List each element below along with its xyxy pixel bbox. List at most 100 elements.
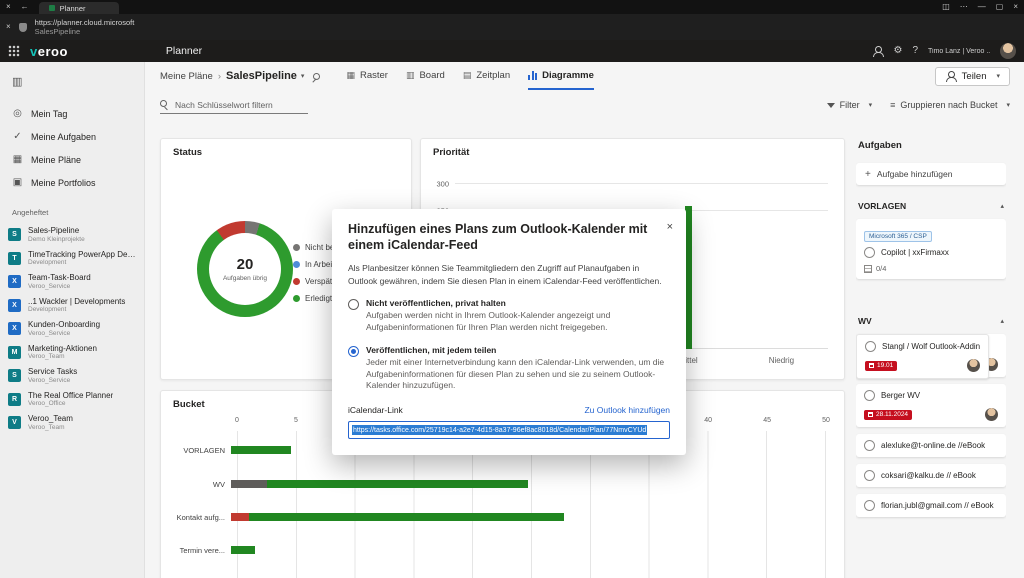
pinned-plan-label: TimeTracking PowerApp Dev...: [28, 249, 136, 259]
assignee-avatar[interactable]: [985, 408, 998, 421]
help-icon[interactable]: ?: [912, 46, 918, 56]
bucket-row: Termin vere...: [173, 543, 826, 557]
pinned-plan-item[interactable]: T TimeTracking PowerApp Dev... Developmen…: [0, 247, 144, 271]
pinned-plan-label: The Real Office Planner: [28, 390, 114, 400]
bucket-row: Kontakt aufg...: [173, 510, 826, 524]
pinned-plan-label: Service Tasks: [28, 367, 78, 377]
tab-diagramme[interactable]: Diagramme: [528, 62, 594, 90]
chevron-down-icon: ▾: [868, 102, 873, 109]
pinned-plan-item[interactable]: S Service Tasks Veroo_Service: [0, 364, 144, 388]
option-publish[interactable]: Veröffentlichen, mit jedem teilen Jeder …: [348, 345, 670, 393]
task-complete-checkbox[interactable]: [864, 470, 875, 481]
close-icon[interactable]: ×: [6, 23, 11, 31]
portfolio-icon: ▣: [12, 177, 23, 188]
task-card[interactable]: coksari@kalku.de // eBook: [856, 464, 1006, 487]
sidebar-item-meine-plaene[interactable]: ▦ Meine Pläne: [0, 148, 144, 171]
task-complete-checkbox[interactable]: [864, 500, 875, 511]
option-private[interactable]: Nicht veröffentlichen, privat halten Auf…: [348, 298, 670, 334]
tab-zeitplan[interactable]: ▤ Zeitplan: [463, 62, 510, 90]
page-url[interactable]: https://planner.cloud.microsoft: [35, 18, 135, 27]
pinned-plan-icon: R: [8, 392, 21, 406]
task-card[interactable]: Berger WV 28.11.2024: [856, 384, 1006, 427]
maximize-icon[interactable]: ▢: [996, 3, 1004, 11]
user-label[interactable]: Timo Lanz | Veroo ...: [928, 48, 990, 55]
radio-publish[interactable]: [348, 345, 359, 357]
task-card[interactable]: florian.jubl@gmail.com // eBook: [856, 494, 1006, 517]
filter-label: Filter: [839, 100, 860, 110]
chevron-down-icon: ▾: [1006, 102, 1010, 109]
pinned-plan-item[interactable]: X Team-Task-Board Veroo_Service: [0, 270, 144, 294]
bucket-section-wv[interactable]: WV ▴: [858, 316, 1004, 326]
bucket-bar-segment: [266, 480, 529, 488]
task-title: florian.jubl@gmail.com // eBook: [881, 501, 994, 510]
icalendar-url-selected-text: https://tasks.office.com/25719c14-a2e7-4…: [352, 425, 648, 436]
collapse-icon[interactable]: ▴: [1000, 317, 1004, 325]
share-person-icon[interactable]: [872, 45, 885, 57]
icalendar-link-label: iCalendar-Link: [348, 405, 403, 416]
search-input[interactable]: [175, 99, 308, 110]
close-window-icon[interactable]: ×: [1013, 3, 1018, 11]
task-complete-checkbox[interactable]: [864, 440, 875, 451]
task-title: Berger WV: [881, 391, 921, 400]
close-icon[interactable]: ×: [6, 3, 11, 11]
pinned-plan-label: Marketing-Aktionen: [28, 343, 97, 353]
pinned-plan-item[interactable]: V Veroo_Team Veroo_Team: [0, 411, 144, 435]
pinned-plan-sub: Veroo_Team: [28, 423, 65, 431]
app-header: veroo Planner ⚙ ? Timo Lanz | Veroo ...: [0, 40, 1024, 62]
status-legend-dot: [293, 278, 300, 285]
breadcrumb[interactable]: Meine Pläne: [160, 71, 213, 82]
back-icon[interactable]: ←: [21, 3, 29, 11]
minimize-icon[interactable]: —: [978, 3, 986, 11]
pinned-plan-item[interactable]: R The Real Office Planner Veroo_Office: [0, 388, 144, 412]
due-date-badge: 19.01: [865, 360, 898, 371]
task-complete-checkbox[interactable]: [864, 247, 875, 258]
option-description: Jeder mit einer Internetverbindung kann …: [366, 356, 665, 391]
waffle-icon[interactable]: [8, 45, 20, 57]
collapse-icon[interactable]: ▴: [1000, 202, 1004, 210]
pin-icon[interactable]: [311, 72, 321, 81]
tab-label: Raster: [359, 69, 388, 81]
status-legend-dot: [293, 295, 300, 302]
settings-gear-icon[interactable]: ⚙: [893, 46, 902, 56]
icalendar-link-input[interactable]: https://tasks.office.com/25719c14-a2e7-4…: [348, 421, 670, 440]
share-button[interactable]: Teilen ▾: [934, 66, 1010, 86]
more-icon[interactable]: ⋯: [960, 3, 968, 11]
bucket-bar-segment: [248, 513, 565, 521]
pinned-plan-icon: V: [8, 416, 21, 430]
chevron-down-icon[interactable]: ▾: [301, 72, 305, 80]
filter-bar: Filter ▾ ≡ Gruppieren nach Bucket ▾: [145, 90, 1024, 120]
sidebar-item-meine-aufgaben[interactable]: ✓ Meine Aufgaben: [0, 125, 144, 148]
task-complete-checkbox[interactable]: [864, 390, 875, 401]
section-name: VORLAGEN: [858, 201, 907, 211]
pinned-plan-label: Sales-Pipeline: [28, 226, 80, 236]
pinned-plan-item[interactable]: X ..1 Wackler | Developments Development: [0, 294, 144, 318]
task-card[interactable]: alexluke@t-online.de //eBook: [856, 434, 1006, 457]
add-task-button[interactable]: + Aufgabe hinzufügen: [856, 163, 1006, 185]
group-by-dropdown[interactable]: ≡ Gruppieren nach Bucket ▾: [890, 100, 1010, 110]
task-title: coksari@kalku.de // eBook: [881, 471, 976, 480]
pinned-plan-item[interactable]: M Marketing-Aktionen Veroo_Team: [0, 341, 144, 365]
keyword-filter-search[interactable]: [160, 97, 308, 114]
due-date-badge: 28.11.2024: [864, 409, 913, 420]
pinned-plan-item[interactable]: X Kunden-Onboarding Veroo_Service: [0, 317, 144, 341]
bucket-bar-segment: [231, 546, 255, 554]
radio-private[interactable]: [348, 298, 359, 310]
sidebar-item-meine-portfolios[interactable]: ▣ Meine Portfolios: [0, 171, 144, 194]
tab-board[interactable]: ▥ Board: [406, 62, 445, 90]
panels-icon[interactable]: ◫: [942, 3, 950, 11]
task-card[interactable]: Stangl / Wolf Outlook-Addin 19.01: [856, 334, 990, 379]
sidebar-item-mein-tag[interactable]: ◎ Mein Tag: [0, 102, 144, 125]
add-to-outlook-link[interactable]: Zu Outlook hinzufügen: [584, 405, 670, 415]
task-complete-checkbox[interactable]: [865, 341, 876, 352]
close-icon[interactable]: ×: [667, 221, 673, 233]
task-card[interactable]: Microsoft 365 / CSP Copilot | xxFirmaxx …: [856, 219, 1006, 279]
user-avatar[interactable]: [1000, 43, 1016, 59]
due-date: 28.11.2024: [876, 411, 909, 418]
sidebar-toggle-icon[interactable]: ▥: [12, 75, 22, 88]
bucket-section-vorlagen[interactable]: VORLAGEN ▴: [858, 201, 1004, 211]
filter-dropdown[interactable]: Filter ▾: [826, 100, 873, 110]
tab-raster[interactable]: ▦ Raster: [346, 62, 388, 90]
assignee-avatar[interactable]: [967, 359, 981, 372]
browser-tab[interactable]: Planner: [38, 2, 119, 14]
pinned-plan-item[interactable]: S Sales-Pipeline Demo Kleinprojekte: [0, 223, 144, 247]
